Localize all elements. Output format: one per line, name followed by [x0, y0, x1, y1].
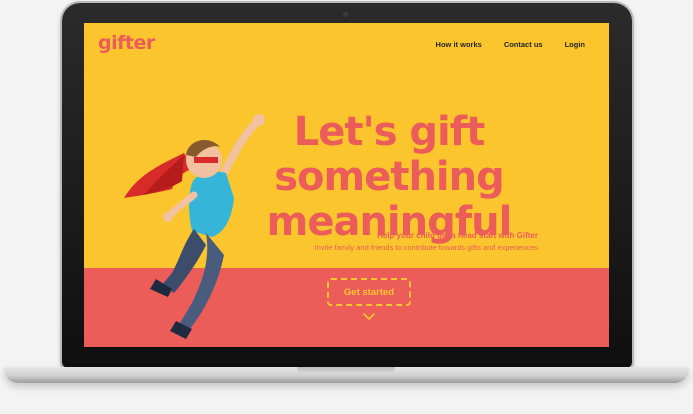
laptop-notch — [297, 367, 395, 374]
gifter-logo[interactable]: gifter — [98, 32, 155, 54]
hero-title-line-2: something — [274, 153, 505, 200]
hero-subtitle: Help your child get a head start with Gi… — [377, 231, 538, 240]
get-started-button[interactable]: Get started — [327, 278, 411, 306]
hero-description: Invite family and friends to contribute … — [314, 243, 538, 252]
hero-title-line-1: Let's gift — [293, 108, 486, 155]
nav-login[interactable]: Login — [565, 40, 585, 49]
nav-how-it-works[interactable]: How it works — [436, 40, 482, 49]
chevron-down-icon[interactable] — [363, 313, 375, 321]
browser-screen: gifter How it works Contact us Login Let… — [84, 23, 609, 347]
hero-title: Let's gift something meaningful — [264, 108, 514, 245]
camera-icon — [343, 12, 348, 17]
laptop-frame: gifter How it works Contact us Login Let… — [0, 0, 693, 414]
nav-contact-us[interactable]: Contact us — [504, 40, 543, 49]
top-nav: How it works Contact us Login — [436, 40, 585, 49]
